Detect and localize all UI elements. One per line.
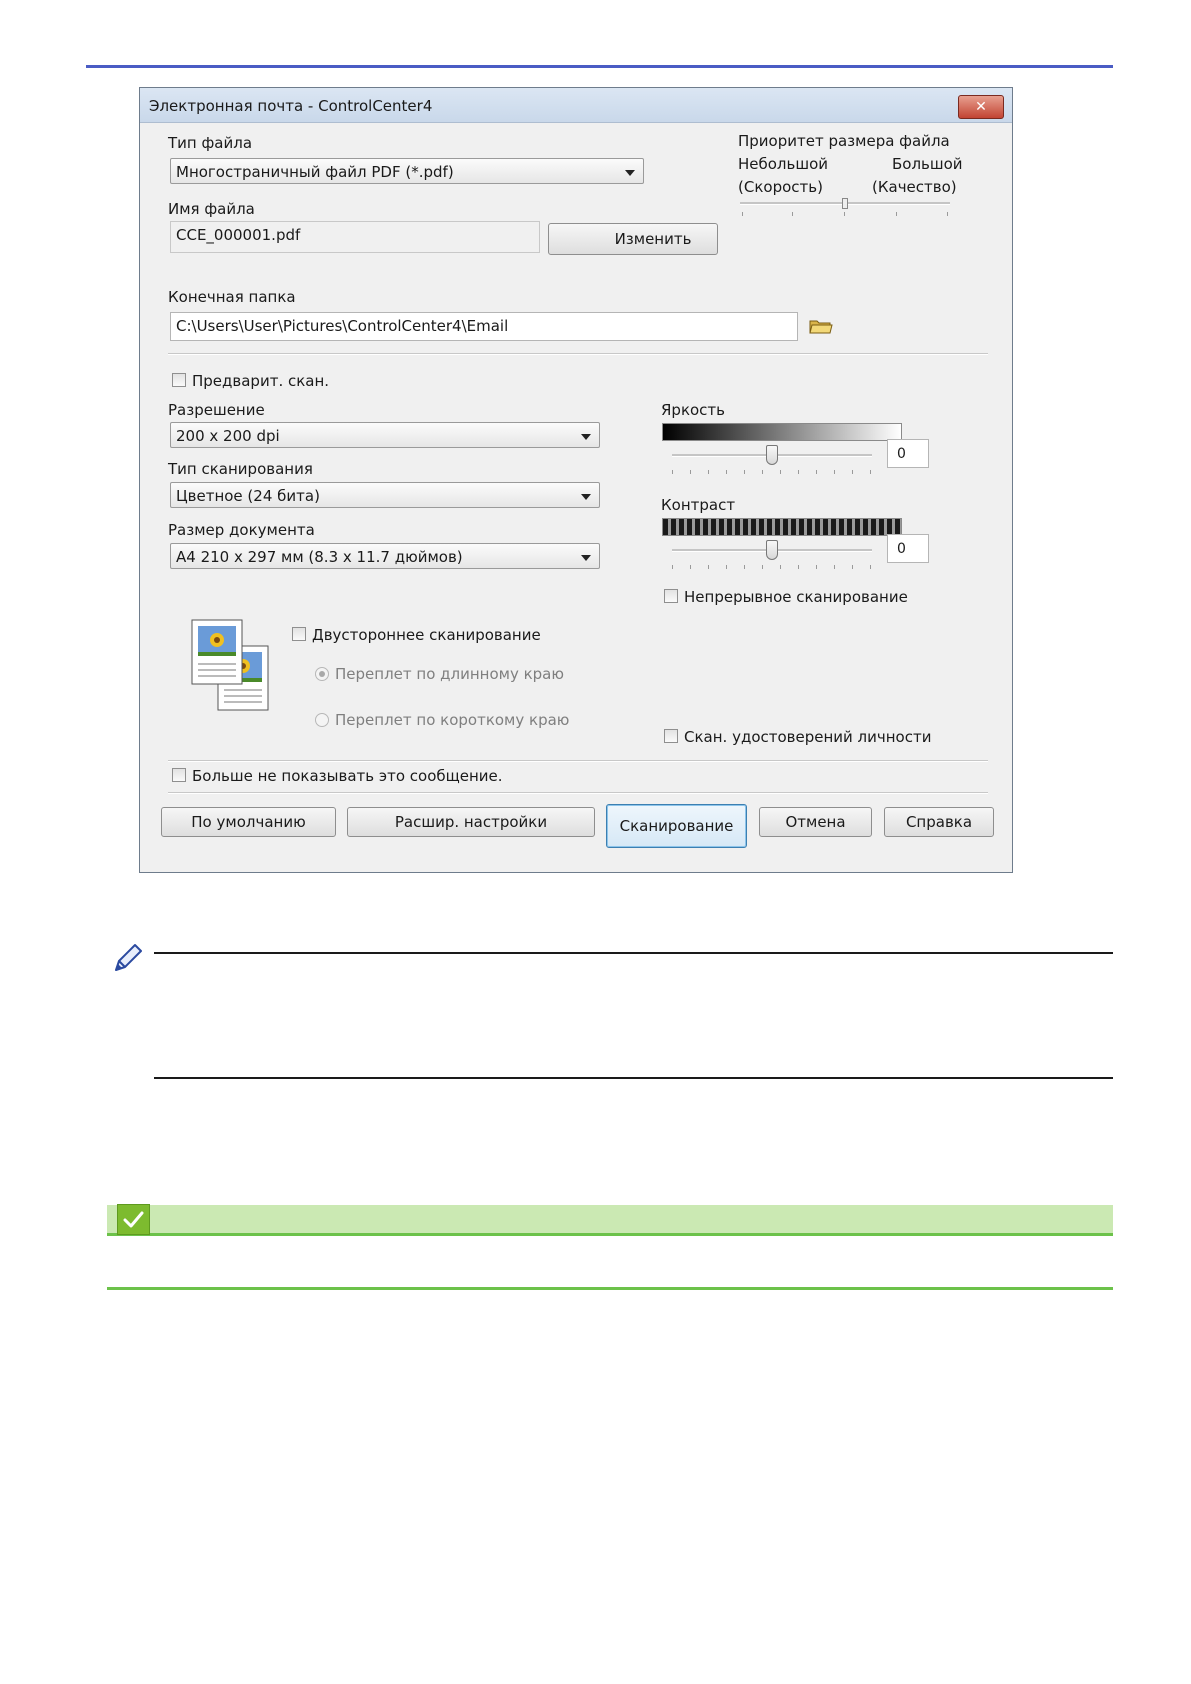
dont-show-checkbox-box[interactable] (172, 768, 186, 782)
brightness-slider[interactable] (662, 444, 872, 478)
note-bottom-rule (154, 1077, 1113, 1079)
file-type-select[interactable]: Многостраничный файл PDF (*.pdf) (170, 158, 644, 184)
prescan-checkbox[interactable]: Предварит. скан. (172, 372, 352, 392)
file-type-label: Тип файла (168, 134, 253, 152)
advanced-settings-button[interactable]: Расшир. настройки (347, 807, 595, 837)
continuous-scan-checkbox-box[interactable] (664, 589, 678, 603)
cancel-button[interactable]: Отмена (759, 807, 872, 837)
slider-tick (896, 212, 897, 216)
scan-type-label: Тип сканирования (168, 460, 313, 478)
short-edge-radio[interactable]: Переплет по короткому краю (315, 711, 575, 731)
section-divider (168, 760, 988, 762)
file-size-slider[interactable] (740, 198, 950, 220)
chevron-down-icon (581, 494, 591, 500)
slider-tick (844, 212, 845, 216)
chevron-down-icon (625, 170, 635, 176)
short-edge-radio-button[interactable] (315, 713, 329, 727)
duplex-scan-checkbox[interactable]: Двустороннее сканирование (292, 626, 552, 646)
brightness-label: Яркость (661, 401, 726, 419)
id-card-scan-checkbox-box[interactable] (664, 729, 678, 743)
file-size-small-label: Небольшой (738, 155, 829, 173)
document-size-select[interactable]: A4 210 x 297 мм (8.3 x 11.7 дюймов) (170, 543, 600, 569)
resolution-value: 200 x 200 dpi (176, 427, 280, 445)
top-divider (86, 65, 1113, 68)
brightness-slider-thumb[interactable] (766, 445, 778, 465)
close-icon: ✕ (975, 99, 987, 115)
resolution-label: Разрешение (168, 401, 265, 419)
pencil-icon (110, 940, 146, 976)
long-edge-radio-button[interactable] (315, 667, 329, 681)
section-divider (168, 353, 988, 355)
change-file-name-button[interactable]: Изменить (548, 223, 718, 255)
prescan-label: Предварит. скан. (192, 372, 330, 390)
brightness-ticks (672, 470, 872, 474)
related-info-bar (107, 1205, 1113, 1236)
slider-tick (792, 212, 793, 216)
scan-dialog: Электронная почта - ControlCenter4 ✕ Тип… (139, 87, 1013, 873)
slider-tick (947, 212, 948, 216)
contrast-pattern (662, 518, 902, 536)
duplex-scan-checkbox-box[interactable] (292, 627, 306, 641)
title-bar: Электронная почта - ControlCenter4 ✕ (140, 88, 1012, 123)
default-button[interactable]: По умолчанию (161, 807, 336, 837)
file-name-label: Имя файла (168, 200, 255, 218)
brightness-value-field[interactable]: 0 (887, 439, 929, 468)
section-divider (168, 792, 988, 794)
contrast-slider-thumb[interactable] (766, 540, 778, 560)
long-edge-label: Переплет по длинному краю (335, 665, 564, 683)
resolution-select[interactable]: 200 x 200 dpi (170, 422, 600, 448)
file-name-field: CCE_000001.pdf (170, 221, 540, 253)
file-size-quality-label: (Качество) (872, 178, 957, 196)
close-button[interactable]: ✕ (958, 95, 1004, 119)
checkmark-icon (117, 1204, 150, 1235)
slider-tick (742, 212, 743, 216)
help-button[interactable]: Справка (884, 807, 994, 837)
chevron-down-icon (581, 555, 591, 561)
contrast-ticks (672, 565, 872, 569)
brightness-gradient (662, 423, 902, 441)
scan-type-value: Цветное (24 бита) (176, 487, 320, 505)
file-size-speed-label: (Скорость) (738, 178, 823, 196)
note-top-rule (154, 952, 1113, 954)
prescan-checkbox-box[interactable] (172, 373, 186, 387)
folder-icon[interactable] (808, 316, 834, 336)
file-type-value: Многостраничный файл PDF (*.pdf) (176, 163, 454, 181)
file-size-large-label: Большой (892, 155, 963, 173)
destination-folder-label: Конечная папка (168, 288, 296, 306)
long-edge-radio[interactable]: Переплет по длинному краю (315, 665, 575, 685)
id-card-scan-checkbox[interactable]: Скан. удостоверений личности (664, 728, 934, 748)
scan-button[interactable]: Сканирование (606, 804, 747, 848)
dialog-title: Электронная почта - ControlCenter4 (149, 97, 433, 115)
duplex-scan-label: Двустороннее сканирование (312, 626, 541, 644)
related-info-bottom-rule (107, 1287, 1113, 1290)
contrast-label: Контраст (661, 496, 736, 514)
continuous-scan-checkbox[interactable]: Непрерывное сканирование (664, 588, 914, 608)
continuous-scan-label: Непрерывное сканирование (684, 588, 908, 606)
chevron-down-icon (581, 434, 591, 440)
id-card-scan-label: Скан. удостоверений личности (684, 728, 932, 746)
contrast-slider[interactable] (662, 539, 872, 573)
scan-type-select[interactable]: Цветное (24 бита) (170, 482, 600, 508)
document-size-value: A4 210 x 297 мм (8.3 x 11.7 дюймов) (176, 548, 463, 566)
file-size-slider-thumb[interactable] (842, 198, 848, 209)
related-info-rule (107, 1233, 1113, 1236)
contrast-value-field[interactable]: 0 (887, 534, 929, 563)
file-size-priority-label: Приоритет размера файла (738, 132, 950, 150)
dont-show-label: Больше не показывать это сообщение. (192, 767, 503, 785)
destination-folder-field[interactable]: C:\Users\User\Pictures\ControlCenter4\Em… (170, 312, 798, 341)
duplex-pages-icon (190, 618, 270, 714)
short-edge-label: Переплет по короткому краю (335, 711, 570, 729)
dont-show-checkbox[interactable]: Больше не показывать это сообщение. (172, 767, 512, 787)
document-size-label: Размер документа (168, 521, 315, 539)
